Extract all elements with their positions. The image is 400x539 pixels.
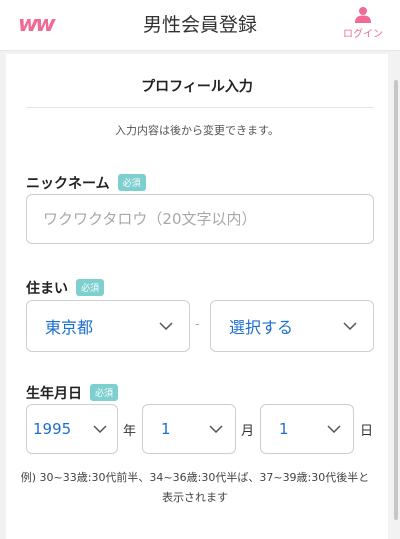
- birth-year-select[interactable]: 1995: [26, 404, 118, 454]
- birth-month-select[interactable]: 1: [142, 404, 236, 454]
- chevron-down-icon: [209, 425, 223, 433]
- required-badge: 必須: [117, 174, 146, 191]
- login-button[interactable]: ログイン: [338, 6, 388, 40]
- birth-day-select[interactable]: 1: [260, 404, 354, 454]
- scrollbar[interactable]: [394, 80, 398, 520]
- person-icon: [355, 7, 371, 23]
- chevron-down-icon: [343, 322, 357, 330]
- year-unit: 年: [123, 424, 137, 439]
- chevron-down-icon: [327, 425, 341, 433]
- chevron-down-icon: [159, 322, 173, 330]
- residence-label: 住まい 必須: [26, 278, 105, 298]
- nickname-label-text: ニックネーム: [26, 176, 110, 192]
- section-title: プロフィール入力: [141, 79, 253, 95]
- prefecture-select[interactable]: 東京都: [26, 300, 190, 352]
- nickname-label: ニックネーム 必須: [26, 173, 146, 193]
- profile-card: プロフィール入力 入力内容は後から変更できます。 ニックネーム必須 住まい必須 …: [6, 54, 388, 539]
- birth-day-value: 1: [279, 420, 289, 438]
- notice-text: 入力内容は後から変更できます。: [115, 124, 279, 137]
- required-badge: 必須: [90, 384, 119, 401]
- prefecture-value: 東京都: [45, 318, 94, 337]
- city-select[interactable]: 選択する: [210, 300, 374, 352]
- city-value: 選択する: [229, 318, 294, 337]
- birthday-label: 生年月日 必須: [26, 383, 119, 403]
- birthday-label-text: 生年月日: [26, 386, 82, 402]
- required-badge: 必須: [76, 279, 105, 296]
- birth-month-value: 1: [161, 420, 171, 438]
- login-label: ログイン: [343, 29, 383, 40]
- divider: [26, 107, 374, 108]
- residence-separator: -: [195, 317, 200, 332]
- month-unit: 月: [241, 424, 255, 439]
- chevron-down-icon: [93, 425, 107, 433]
- day-unit: 日: [360, 424, 374, 439]
- nickname-input[interactable]: [26, 194, 374, 244]
- birthday-hint: 例) 30~33歳:30代前半、34~36歳:30代半ば、37~39歳:30代後…: [20, 471, 370, 504]
- residence-label-text: 住まい: [26, 281, 68, 297]
- header: ww 男性会員登録 ログイン: [0, 0, 400, 51]
- birth-year-value: 1995: [33, 420, 72, 438]
